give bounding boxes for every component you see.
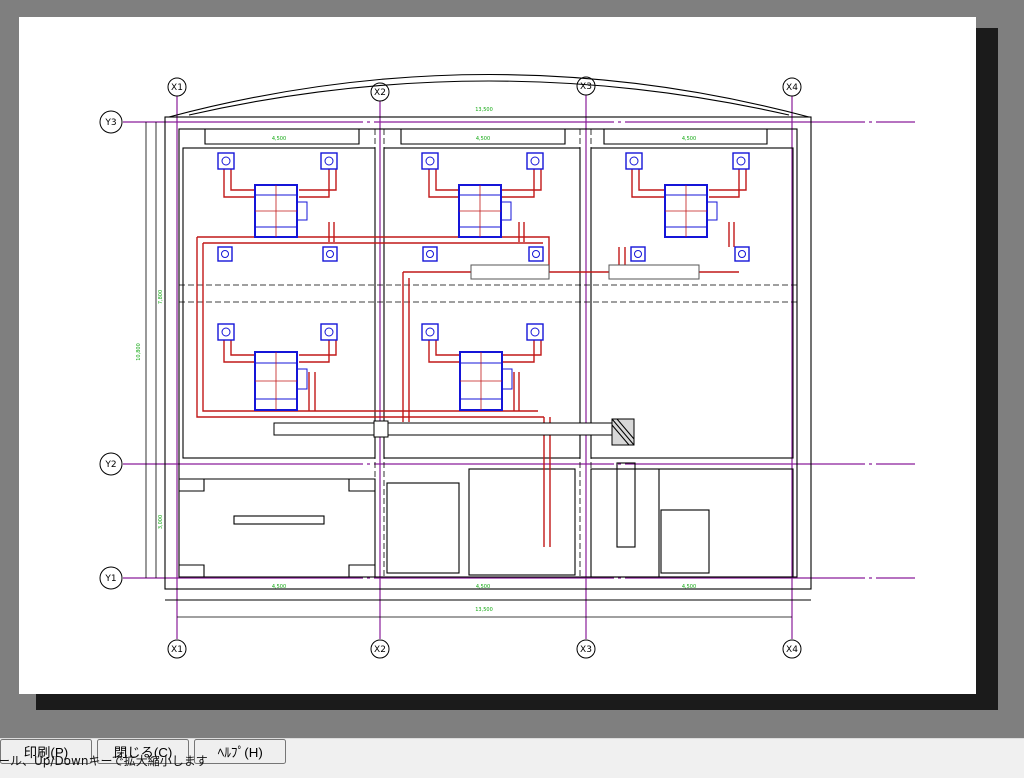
grid-lines (123, 90, 915, 639)
dim-top-span-3: 4,500 (682, 136, 696, 142)
dim-top-span-1: 4,500 (272, 136, 286, 142)
dim-top-span-2: 4,500 (476, 136, 490, 142)
dim-top-overall: 13,500 (475, 107, 493, 113)
grid-label-x2-top: X2 (374, 88, 386, 98)
ceiling-diffusers (217, 152, 750, 341)
building-walls (164, 73, 812, 601)
grid-label-x1-top: X1 (171, 83, 183, 93)
grid-label-y1: Y1 (104, 574, 116, 584)
grid-label-y3: Y3 (104, 118, 116, 128)
grid-label-y2: Y2 (104, 460, 116, 470)
floor-plan-drawing: X1 X2 X3 X4 X1 X2 X3 X4 Y3 Y2 Y1 13,500 … (99, 73, 915, 659)
print-preview-page: X1 X2 X3 X4 X1 X2 X3 X4 Y3 Y2 Y1 13,500 … (19, 17, 976, 694)
grid-label-x2-bottom: X2 (374, 645, 386, 655)
dim-bottom-span-1: 4,500 (272, 584, 286, 590)
status-bar: ール、Up/Downキーで拡大縮小します 印刷(P) 閉じる(C) ﾍﾙﾌﾟ(H… (0, 738, 1024, 778)
grid-label-x1-bottom: X1 (171, 645, 183, 655)
grid-bubbles (99, 76, 802, 659)
dim-left-lower: 3,000 (158, 515, 164, 529)
grid-label-x4-top: X4 (786, 83, 798, 93)
dim-bottom-span-3: 4,500 (682, 584, 696, 590)
grid-label-x4-bottom: X4 (786, 645, 798, 655)
dim-left-upper: 7,800 (158, 290, 164, 304)
grid-label-x3-top: X3 (580, 82, 592, 92)
dim-left-overall: 10,800 (136, 343, 142, 361)
dim-bottom-span-2: 4,500 (476, 584, 490, 590)
grid-label-x3-bottom: X3 (580, 645, 592, 655)
status-hint-text: ール、Up/Downキーで拡大縮小します (0, 754, 208, 768)
dim-bottom-overall: 13,500 (475, 607, 493, 613)
